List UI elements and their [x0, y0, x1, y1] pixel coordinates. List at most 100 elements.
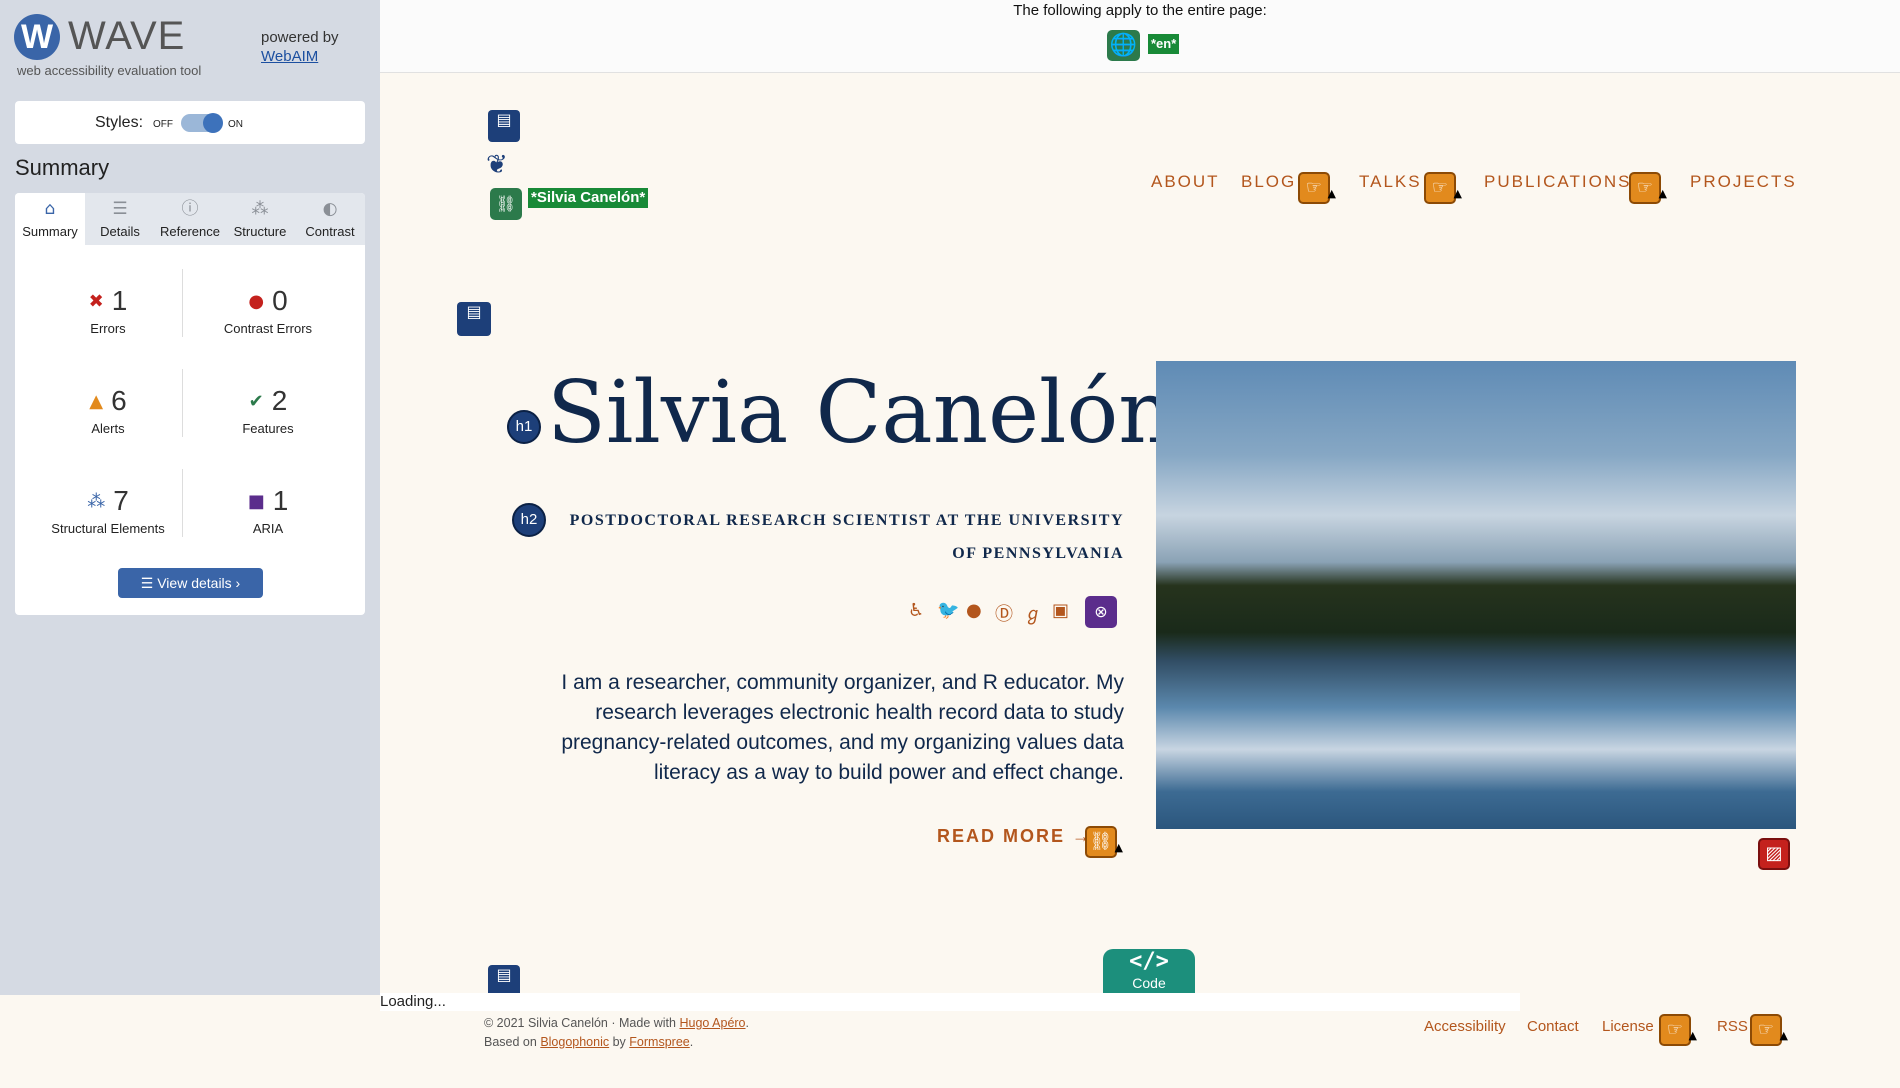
feature-icon: ✔: [248, 390, 264, 412]
contrast-error-icon: ●: [248, 290, 265, 312]
nav-talks[interactable]: TALKS: [1359, 172, 1422, 192]
view-details-button[interactable]: ☰ View details ›: [118, 568, 263, 598]
footer-contact-link[interactable]: Contact: [1527, 1018, 1579, 1035]
google-scholar-icon[interactable]: ℊ: [1024, 600, 1042, 626]
code-tab-label: Code: [1132, 975, 1166, 991]
stat-count: 2: [271, 385, 288, 416]
by-text: by: [612, 1035, 626, 1049]
footer-accessibility-link[interactable]: Accessibility: [1424, 1018, 1506, 1035]
header-landmark-icon[interactable]: ▤: [488, 110, 520, 142]
footer-license-link[interactable]: License: [1602, 1018, 1654, 1035]
logo-lotus-icon[interactable]: ❦: [486, 150, 508, 180]
hugo-apero-link[interactable]: Hugo Apéro: [679, 1016, 745, 1030]
tab-reference[interactable]: ⓘ Reference: [155, 193, 225, 245]
read-more-link[interactable]: READ MORE →: [937, 826, 1092, 847]
wave-sidebar: W WAVE web accessibility evaluation tool…: [0, 0, 380, 995]
stat-contrast-errors[interactable]: ● 0 Contrast Errors: [193, 285, 343, 365]
tab-contrast[interactable]: ◐ Contrast: [295, 193, 365, 245]
stat-label: Errors: [90, 321, 126, 336]
tab-label: Summary: [22, 224, 78, 239]
nav-projects[interactable]: PROJECTS: [1690, 172, 1797, 192]
stat-count: 6: [111, 385, 127, 416]
wave-logo-icon: W: [14, 14, 60, 60]
styles-off-label: OFF: [153, 119, 173, 130]
styles-label: Styles:: [95, 114, 144, 131]
github-icon[interactable]: ●: [966, 600, 982, 621]
nav-blog[interactable]: BLOG: [1241, 172, 1296, 192]
stat-count: 1: [111, 285, 128, 316]
h1-badge[interactable]: h1: [507, 410, 541, 444]
alert-icon: ▲: [89, 390, 104, 412]
page-title: Silvia Canelón: [547, 363, 1174, 463]
blogophonic-link[interactable]: Blogophonic: [540, 1035, 609, 1049]
tab-structure[interactable]: ⁂ Structure: [225, 193, 295, 245]
alert-link-icon[interactable]: ☞ ▲: [1298, 172, 1336, 204]
alert-link-icon[interactable]: ☞ ▲: [1629, 172, 1667, 204]
tab-bar: ⌂ Summary ☰ Details ⓘ Reference ⁂ Struct…: [15, 193, 365, 245]
linkedin-icon[interactable]: ▣: [1052, 600, 1069, 621]
wave-tagline: web accessibility evaluation tool: [17, 63, 202, 78]
home-icon: ⌂: [44, 199, 56, 219]
alert-link-icon[interactable]: ☞ ▲: [1659, 1014, 1697, 1046]
tab-label: Details: [100, 224, 140, 239]
based-on-text: Based on: [484, 1035, 537, 1049]
tab-label: Reference: [160, 224, 220, 239]
linked-image-icon[interactable]: ⛓: [490, 188, 522, 220]
webaim-link[interactable]: WebAIM: [261, 48, 318, 65]
main-landmark-icon[interactable]: ▤: [457, 302, 491, 336]
stat-aria[interactable]: ■ 1 ARIA: [193, 485, 343, 565]
nav-about[interactable]: ABOUT: [1151, 172, 1220, 192]
orcid-icon[interactable]: Ⓓ: [995, 600, 1013, 626]
wave-page-notice-bar: The following apply to the entire page: …: [380, 0, 1900, 73]
tab-summary[interactable]: ⌂ Summary: [15, 193, 85, 245]
structure-icon: ⁂: [251, 199, 269, 219]
styles-toggle[interactable]: [181, 113, 223, 133]
stat-label: Alerts: [91, 421, 125, 436]
footer-rss-link[interactable]: RSS: [1717, 1018, 1748, 1035]
code-icon: </>: [1129, 949, 1169, 974]
alert-link-icon[interactable]: ⛓ ▲: [1085, 826, 1123, 858]
info-icon: ⓘ: [181, 199, 199, 219]
lake-photo: [1156, 361, 1796, 829]
stat-label: Contrast Errors: [223, 321, 313, 336]
alert-link-icon[interactable]: ☞ ▲: [1750, 1014, 1788, 1046]
view-details-label: View details ›: [157, 575, 241, 591]
separator: ·: [611, 1016, 616, 1030]
stat-structural-elements[interactable]: ⁂ 7 Structural Elements: [33, 485, 183, 565]
aria-icon: ■: [247, 490, 265, 512]
footer-credits: © 2021 Silvia Canelón · Made with Hugo A…: [484, 1016, 749, 1049]
stat-features[interactable]: ✔ 2 Features: [193, 385, 343, 465]
page-notice-text: The following apply to the entire page:: [1013, 2, 1267, 19]
tab-label: Structure: [233, 224, 287, 239]
toggle-knob[interactable]: [203, 113, 223, 133]
styles-toggle-box: Styles: OFF ON: [15, 101, 365, 144]
list-icon: ☰: [140, 575, 158, 591]
stat-errors[interactable]: ✖ 1 Errors: [33, 285, 183, 365]
wave-brand: WAVE: [68, 14, 186, 58]
page-subtitle: Postdoctoral research scientist at the U…: [569, 512, 1124, 562]
code-toggle-tab[interactable]: </> Code: [1103, 949, 1195, 995]
twitter-icon[interactable]: 🐦: [937, 600, 959, 621]
stat-label: ARIA: [252, 521, 284, 536]
stat-alerts[interactable]: ▲ 6 Alerts: [33, 385, 183, 465]
list-icon: ☰: [112, 199, 128, 219]
language-tag: *en*: [1148, 34, 1180, 54]
structure-icon: ⁂: [87, 490, 106, 512]
stat-count: 7: [113, 485, 129, 516]
copyright-text: © 2021 Silvia Canelón: [484, 1016, 608, 1030]
made-with-text: Made with: [619, 1016, 676, 1030]
language-globe-icon[interactable]: 🌐: [1107, 30, 1140, 61]
missing-alt-error-icon[interactable]: ▨: [1758, 838, 1790, 870]
nav-publications[interactable]: PUBLICATIONS: [1484, 172, 1631, 192]
formspree-link[interactable]: Formspree: [629, 1035, 689, 1049]
alert-link-icon[interactable]: ☞ ▲: [1424, 172, 1462, 204]
accessibility-icon[interactable]: ♿: [908, 600, 924, 621]
aria-hidden-icon[interactable]: ⊗: [1085, 596, 1117, 628]
styles-on-label: ON: [228, 119, 243, 130]
contrast-icon: ◐: [322, 199, 338, 219]
stat-count: 1: [272, 485, 289, 516]
error-icon: ✖: [88, 290, 104, 312]
loading-indicator: Loading...: [380, 993, 1520, 1011]
tab-details[interactable]: ☰ Details: [85, 193, 155, 245]
powered-by-label: powered by: [261, 29, 339, 46]
